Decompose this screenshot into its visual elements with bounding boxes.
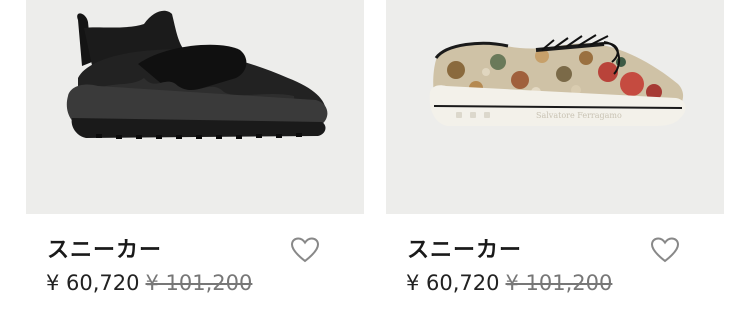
- heart-outline-icon[interactable]: [290, 236, 320, 264]
- product-image[interactable]: [26, 0, 364, 214]
- product-grid: スニーカー ¥ 60,720 ¥ 101,200 Salvatore Ferra…: [0, 0, 750, 323]
- sale-price: ¥ 60,720: [46, 271, 140, 295]
- product-card[interactable]: Salvatore Ferragamo スニーカー ¥ 60,720 ¥ 101,…: [386, 0, 724, 323]
- original-price: ¥ 101,200: [505, 271, 613, 295]
- heart-outline-icon[interactable]: [650, 236, 680, 264]
- product-title[interactable]: スニーカー: [47, 232, 162, 264]
- product-title[interactable]: スニーカー: [407, 232, 522, 264]
- price-row: ¥ 60,720 ¥ 101,200: [46, 271, 252, 295]
- black-slip-on-sneaker-image: [66, 10, 328, 139]
- product-image[interactable]: Salvatore Ferragamo: [386, 0, 724, 214]
- price-row: ¥ 60,720 ¥ 101,200: [406, 271, 612, 295]
- floral-lace-up-sneaker-image: Salvatore Ferragamo: [429, 34, 686, 126]
- product-card[interactable]: スニーカー ¥ 60,720 ¥ 101,200: [26, 0, 364, 323]
- svg-text:Salvatore Ferragamo: Salvatore Ferragamo: [536, 111, 622, 120]
- sale-price: ¥ 60,720: [406, 271, 500, 295]
- original-price: ¥ 101,200: [145, 271, 253, 295]
